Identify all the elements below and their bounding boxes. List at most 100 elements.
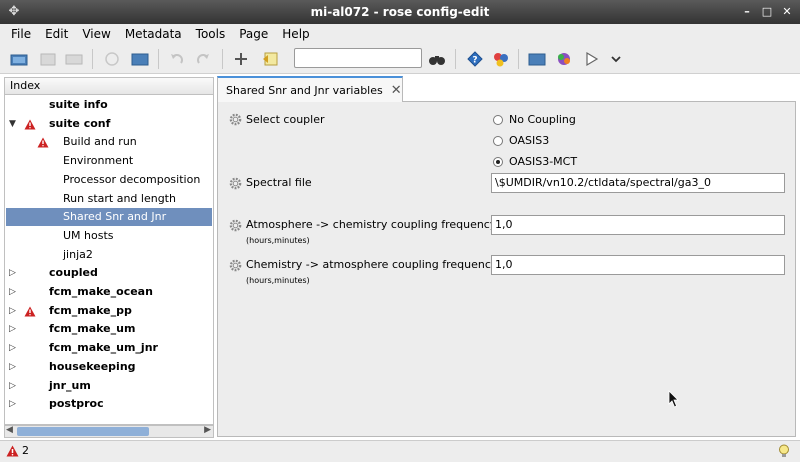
lightbulb-icon[interactable] bbox=[778, 444, 790, 459]
index-item[interactable]: ▷ jnr_um bbox=[6, 377, 212, 395]
expander-collapsed-icon[interactable]: ▷ bbox=[9, 320, 19, 338]
scroll-left-icon[interactable]: ◀ bbox=[6, 425, 13, 435]
expander-expanded-icon[interactable]: ▼ bbox=[9, 115, 19, 133]
radio-no-coupling[interactable]: No Coupling bbox=[493, 113, 576, 126]
gear-icon[interactable] bbox=[229, 219, 242, 232]
menu-metadata[interactable]: Metadata bbox=[118, 24, 189, 44]
index-item-label: postproc bbox=[49, 397, 104, 411]
menu-file[interactable]: File bbox=[4, 24, 38, 44]
index-item[interactable]: Build and run bbox=[6, 133, 212, 151]
atm-chem-units: (hours,minutes) bbox=[246, 236, 310, 245]
index-item-label: jnr_um bbox=[49, 378, 91, 392]
radio-label: OASIS3 bbox=[509, 134, 550, 147]
index-item[interactable]: Shared Snr and Jnr variables bbox=[6, 208, 212, 241]
menu-page[interactable]: Page bbox=[232, 24, 275, 44]
expander-collapsed-icon[interactable]: ▷ bbox=[9, 283, 19, 301]
warning-count: 2 bbox=[22, 444, 29, 457]
index-item[interactable]: ▷ fcm_make_pp bbox=[6, 302, 212, 320]
app-icon: ✥ bbox=[8, 4, 20, 19]
index-item[interactable]: UM hosts bbox=[6, 227, 212, 245]
index-item[interactable]: ▷ coupled bbox=[6, 264, 212, 282]
window-title: mi-al072 - rose config-edit bbox=[310, 5, 490, 19]
index-item-label: fcm_make_pp bbox=[49, 303, 132, 317]
expander-collapsed-icon[interactable]: ▷ bbox=[9, 302, 19, 320]
radio-dot bbox=[493, 135, 503, 146]
binoculars-icon[interactable] bbox=[427, 50, 447, 68]
expander-collapsed-icon[interactable]: ▷ bbox=[9, 339, 19, 357]
index-item-label: suite conf bbox=[49, 116, 111, 130]
index-item[interactable]: jinja2 bbox=[6, 246, 212, 264]
close-window-icon[interactable]: ✕ bbox=[780, 4, 794, 19]
radio-oasis3[interactable]: OASIS3 bbox=[493, 134, 549, 147]
index-item[interactable]: ▷ fcm_make_um bbox=[6, 320, 212, 338]
scroll-right-icon[interactable]: ▶ bbox=[204, 425, 211, 435]
maximize-icon[interactable]: □ bbox=[760, 4, 774, 19]
gear-icon[interactable] bbox=[229, 113, 242, 126]
menu-view[interactable]: View bbox=[75, 24, 117, 44]
macro-icon[interactable] bbox=[491, 50, 511, 68]
add-icon[interactable] bbox=[231, 50, 251, 68]
menu-edit[interactable]: Edit bbox=[38, 24, 75, 44]
warning-icon[interactable] bbox=[6, 445, 19, 457]
open-folder-icon[interactable] bbox=[9, 50, 29, 68]
radio-label: No Coupling bbox=[509, 113, 576, 126]
chevron-down-icon[interactable] bbox=[606, 50, 626, 68]
warning-icon bbox=[24, 118, 36, 130]
spectral-file-label: Spectral file bbox=[246, 176, 312, 189]
spectral-file-field[interactable]: \$UMDIR/vn10.2/ctldata/spectral/ga3_0 bbox=[491, 173, 785, 193]
index-item-label: coupled bbox=[49, 266, 98, 280]
scroll-thumb[interactable] bbox=[17, 427, 149, 436]
chem-atm-units: (hours,minutes) bbox=[246, 276, 310, 285]
select-coupler-label: Select coupler bbox=[246, 113, 325, 126]
tab-label: Shared Snr and Jnr variables bbox=[226, 83, 383, 97]
index-item-label: Processor decomposition bbox=[63, 172, 201, 186]
index-tree: suite info ▼ suite conf Build and run Enviro… bbox=[4, 95, 214, 425]
menubar: File Edit View Metadata Tools Page Help bbox=[0, 24, 800, 44]
svg-text:?: ? bbox=[472, 56, 477, 66]
index-item[interactable]: Processor decomposition bbox=[6, 171, 212, 189]
atm-chem-field[interactable]: 1,0 bbox=[491, 215, 785, 235]
save-all-icon bbox=[64, 50, 84, 68]
revert-icon[interactable] bbox=[260, 50, 280, 68]
window-titlebar: ✥ mi-al072 - rose config-edit – □ ✕ bbox=[0, 0, 800, 24]
index-item-label: UM hosts bbox=[63, 228, 114, 242]
index-item[interactable]: ▷ housekeeping bbox=[6, 358, 212, 376]
search-input[interactable] bbox=[294, 48, 422, 68]
menu-help[interactable]: Help bbox=[275, 24, 316, 44]
expander-collapsed-icon[interactable]: ▷ bbox=[9, 395, 19, 413]
menu-tools[interactable]: Tools bbox=[189, 24, 233, 44]
index-horizontal-scrollbar[interactable]: ◀ ▶ bbox=[4, 425, 214, 438]
gear-icon[interactable] bbox=[229, 259, 242, 272]
settings-panel: Select coupler No Coupling OASIS3 OASIS3… bbox=[217, 101, 796, 437]
tab-shared-snr-jnr[interactable]: Shared Snr and Jnr variables ✕ bbox=[217, 76, 403, 102]
index-item[interactable]: ▷ fcm_make_um_jnr bbox=[6, 339, 212, 357]
expander-collapsed-icon[interactable]: ▷ bbox=[9, 264, 19, 282]
index-item[interactable]: ▷ fcm_make_ocean bbox=[6, 283, 212, 301]
index-item[interactable]: Environment bbox=[6, 152, 212, 170]
graph-folder-icon[interactable] bbox=[527, 50, 547, 68]
folder-icon[interactable] bbox=[130, 50, 150, 68]
index-item[interactable]: suite info bbox=[6, 96, 212, 114]
close-tab-icon[interactable]: ✕ bbox=[391, 83, 402, 98]
minimize-icon[interactable]: – bbox=[740, 4, 754, 19]
expander-collapsed-icon[interactable]: ▷ bbox=[9, 358, 19, 376]
index-item-label: jinja2 bbox=[63, 247, 93, 261]
radio-oasis3-mct[interactable]: OASIS3-MCT bbox=[493, 155, 577, 168]
expander-collapsed-icon[interactable]: ▷ bbox=[9, 377, 19, 395]
stop-icon bbox=[102, 50, 122, 68]
redo-icon bbox=[193, 50, 213, 68]
gear-icon[interactable] bbox=[229, 177, 242, 190]
index-item[interactable]: ▷ postproc bbox=[6, 395, 212, 413]
run-icon[interactable] bbox=[581, 50, 601, 68]
index-item-label: Run start and length bbox=[63, 191, 176, 205]
index-item-label: Environment bbox=[63, 154, 134, 168]
chem-atm-field[interactable]: 1,0 bbox=[491, 255, 785, 275]
warning-icon bbox=[37, 136, 49, 148]
index-item-label: fcm_make_ocean bbox=[49, 285, 153, 298]
index-header: Index bbox=[4, 77, 214, 95]
help-icon[interactable]: ? bbox=[465, 50, 485, 68]
atm-chem-label: Atmosphere -> chemistry coupling frequen… bbox=[246, 218, 497, 231]
index-item[interactable]: ▼ suite conf bbox=[6, 115, 212, 133]
transform-icon[interactable] bbox=[554, 50, 574, 68]
index-item[interactable]: Run start and length bbox=[6, 190, 212, 208]
